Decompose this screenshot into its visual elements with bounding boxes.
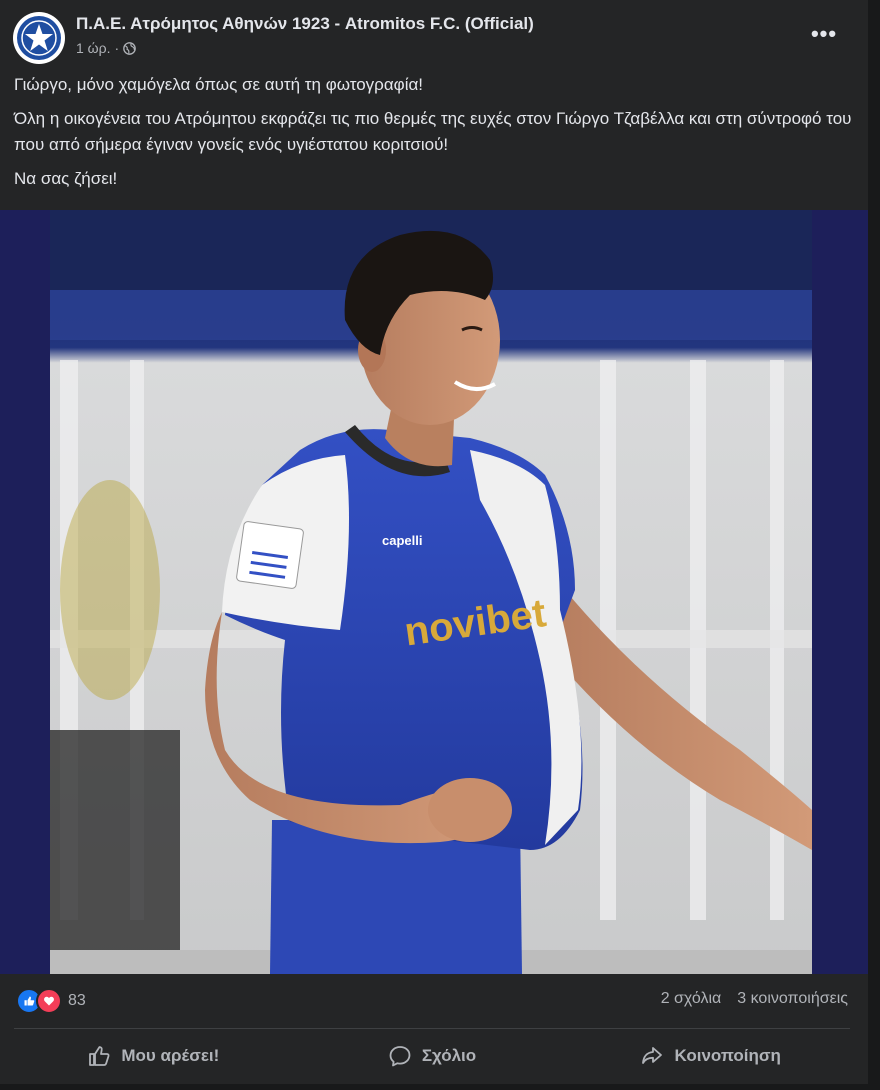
engagement-stats: 2 σχόλια 3 κοινοποιήσεις — [661, 990, 848, 1008]
comments-count-link[interactable]: 2 σχόλια — [661, 990, 722, 1008]
player-photo-illustration: novibet capelli — [50, 210, 812, 974]
club-crest-icon — [14, 13, 64, 63]
thumbs-up-icon — [87, 1044, 111, 1068]
share-button[interactable]: Κοινοποίηση — [571, 1034, 850, 1078]
jersey-brand-text: capelli — [382, 533, 422, 548]
comment-button[interactable]: Σχόλιο — [293, 1034, 572, 1078]
comment-bubble-icon — [388, 1044, 412, 1068]
page-gutter — [868, 0, 880, 1090]
post-photo[interactable]: novibet capelli — [0, 210, 868, 974]
post-message: Γιώργο, μόνο χαμόγελα όπως σε αυτή τη φω… — [14, 72, 854, 200]
post-actions-bar: Μου αρέσει! Σχόλιο Κοινοποίηση — [14, 1034, 850, 1078]
comment-label: Σχόλιο — [421, 1046, 477, 1065]
page-avatar[interactable] — [13, 12, 65, 64]
like-button[interactable]: Μου αρέσει! — [14, 1034, 293, 1078]
card-bottom-edge — [0, 1084, 868, 1090]
shares-count-link[interactable]: 3 κοινοποιήσεις — [737, 990, 848, 1008]
post-meta: 1 ώρ. · — [76, 40, 136, 56]
more-options-button[interactable]: ••• — [804, 18, 844, 50]
post-paragraph: Να σας ζήσει! — [14, 169, 118, 188]
share-arrow-icon — [640, 1044, 664, 1068]
globe-icon[interactable] — [123, 41, 136, 55]
share-label: Κοινοποίηση — [674, 1046, 781, 1065]
post-timestamp[interactable]: 1 ώρ. — [76, 40, 110, 56]
post-paragraph: Όλη η οικογένεια του Ατρόμητου εκφράζει … — [14, 109, 852, 154]
reactions-summary[interactable]: 83 — [16, 988, 86, 1014]
reaction-count[interactable]: 83 — [68, 992, 86, 1010]
facebook-post: Π.Α.Ε. Ατρόμητος Αθηνών 1923 - Atromitos… — [0, 0, 868, 1090]
love-icon — [36, 988, 62, 1014]
like-label: Μου αρέσει! — [121, 1046, 220, 1065]
meta-separator: · — [114, 40, 120, 56]
page-name-link[interactable]: Π.Α.Ε. Ατρόμητος Αθηνών 1923 - Atromitos… — [76, 14, 534, 34]
divider — [14, 1028, 850, 1029]
post-paragraph: Γιώργο, μόνο χαμόγελα όπως σε αυτή τη φω… — [14, 75, 424, 94]
